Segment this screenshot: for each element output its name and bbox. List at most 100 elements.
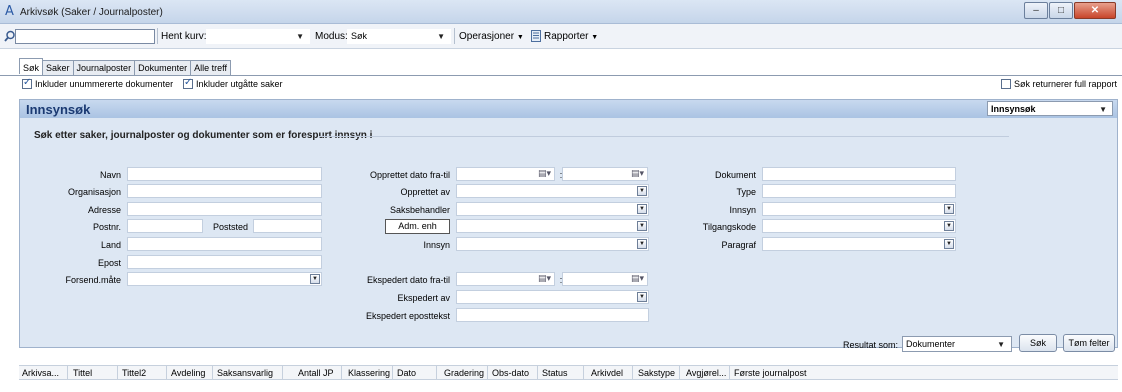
column-separator[interactable] [583, 366, 584, 379]
tab-sok[interactable]: Søk [19, 58, 44, 74]
ekspedert-av-label: Ekspedert av [397, 293, 450, 303]
calendar-icon[interactable]: ▤▾ [538, 169, 551, 179]
resultat-som-value: Dokumenter [906, 339, 956, 349]
chevron-down-icon[interactable]: ▼ [944, 239, 954, 249]
minimize-button[interactable]: – [1024, 2, 1048, 19]
rapporter-menu[interactable]: Rapporter ▼ [544, 31, 598, 42]
chevron-down-icon[interactable]: ▼ [637, 292, 647, 302]
column-header[interactable]: Status [542, 368, 568, 378]
full-report-checkbox[interactable] [1001, 79, 1011, 89]
column-header[interactable]: Dato [397, 368, 416, 378]
column-separator[interactable] [679, 366, 680, 379]
column-separator[interactable] [392, 366, 393, 379]
column-separator[interactable] [282, 366, 283, 379]
ekspedert-dato-til-field[interactable]: ▤▾ [562, 272, 648, 286]
forsend-mate-select[interactable]: ▼ [127, 272, 322, 286]
column-header[interactable]: Arkivsa... [22, 368, 59, 378]
ekspedert-eposttekst-label: Ekspedert eposttekst [365, 311, 450, 321]
close-button[interactable]: ✕ [1074, 2, 1116, 19]
include-expired-label: Inkluder utgåtte saker [196, 79, 283, 89]
poststed-field[interactable] [253, 219, 322, 233]
navn-field[interactable] [127, 167, 322, 181]
column-header[interactable]: Antall JP [298, 368, 334, 378]
opprettet-av-select[interactable]: ▼ [456, 184, 649, 198]
calendar-icon[interactable]: ▤▾ [631, 169, 644, 179]
chevron-down-icon[interactable]: ▼ [637, 221, 647, 231]
column-header[interactable]: Saksansvarlig [217, 368, 273, 378]
chevron-down-icon[interactable]: ▼ [944, 204, 954, 214]
include-expired-option[interactable]: Inkluder utgåtte saker [183, 77, 283, 89]
column-separator[interactable] [67, 366, 68, 379]
chevron-down-icon[interactable]: ▼ [637, 186, 647, 196]
tab-saker[interactable]: Saker [42, 60, 74, 75]
column-header[interactable]: Avgjørel... [686, 368, 726, 378]
innsyn-mid-select[interactable]: ▼ [456, 237, 649, 251]
panel-title: Innsynsøk [26, 102, 91, 117]
maximize-button[interactable]: □ [1049, 2, 1073, 19]
column-separator[interactable] [166, 366, 167, 379]
tab-journalposter[interactable]: Journalposter [72, 60, 136, 75]
include-unnumbered-checkbox[interactable] [22, 77, 32, 89]
adm-enh-button[interactable]: Adm. enh [385, 219, 450, 234]
hent-kurv-select[interactable]: ▼ [206, 29, 310, 44]
calendar-icon[interactable]: ▤▾ [631, 274, 644, 284]
modus-select[interactable]: Søk ▼ [347, 29, 451, 44]
epost-field[interactable] [127, 255, 322, 269]
postnr-field[interactable] [127, 219, 203, 233]
column-separator[interactable] [341, 366, 342, 379]
adresse-field[interactable] [127, 202, 322, 216]
chevron-down-icon[interactable]: ▼ [637, 239, 647, 249]
opprettet-dato-label: Opprettet dato fra-til [369, 170, 450, 180]
clear-fields-button[interactable]: Tøm felter [1063, 334, 1115, 352]
column-header[interactable]: Klassering [348, 368, 390, 378]
operasjoner-menu[interactable]: Operasjoner ▼ [459, 31, 524, 42]
operasjoner-label: Operasjoner [459, 31, 515, 42]
column-separator[interactable] [729, 366, 730, 379]
app-icon: A [5, 4, 14, 19]
column-header[interactable]: Gradering [444, 368, 484, 378]
opprettet-dato-fra-field[interactable]: ▤▾ [456, 167, 555, 181]
include-unnumbered-option[interactable]: Inkluder unummererte dokumenter [22, 77, 173, 89]
include-expired-checkbox[interactable] [183, 77, 193, 89]
tab-dokumenter[interactable]: Dokumenter [134, 60, 192, 75]
column-header[interactable]: Obs-dato [492, 368, 529, 378]
column-header[interactable]: Sakstype [638, 368, 675, 378]
land-field[interactable] [127, 237, 322, 251]
column-separator[interactable] [212, 366, 213, 379]
ekspedert-dato-fra-field[interactable]: ▤▾ [456, 272, 555, 286]
search-button[interactable]: Søk [1019, 334, 1057, 352]
column-header[interactable]: Avdeling [171, 368, 205, 378]
saksbehandler-select[interactable]: ▼ [456, 202, 649, 216]
paragraf-select[interactable]: ▼ [762, 237, 956, 251]
search-type-select[interactable]: Innsynsøk ▼ [987, 101, 1113, 116]
ekspedert-av-select[interactable]: ▼ [456, 290, 649, 304]
resultat-som-select[interactable]: Dokumenter ▼ [902, 336, 1012, 352]
ekspedert-eposttekst-field[interactable] [456, 308, 649, 322]
dokument-field[interactable] [762, 167, 956, 181]
rapporter-label: Rapporter [544, 31, 589, 42]
column-header[interactable]: Første journalpost [734, 368, 807, 378]
chevron-down-icon[interactable]: ▼ [637, 204, 647, 214]
full-report-option[interactable]: Søk returnerer full rapport [1001, 79, 1117, 89]
chevron-down-icon[interactable]: ▼ [944, 221, 954, 231]
column-header[interactable]: Arkivdel [591, 368, 623, 378]
column-separator[interactable] [487, 366, 488, 379]
column-separator[interactable] [632, 366, 633, 379]
column-header[interactable]: Tittel [73, 368, 92, 378]
type-field[interactable] [762, 184, 956, 198]
column-separator[interactable] [436, 366, 437, 379]
opprettet-dato-til-field[interactable]: ▤▾ [562, 167, 648, 181]
column-separator[interactable] [537, 366, 538, 379]
column-header[interactable]: Tittel2 [122, 368, 146, 378]
search-input[interactable] [15, 29, 155, 44]
innsyn-right-select[interactable]: ▼ [762, 202, 956, 216]
chevron-down-icon[interactable]: ▼ [310, 274, 320, 284]
organisasjon-field[interactable] [127, 184, 322, 198]
tilgangskode-select[interactable]: ▼ [762, 219, 956, 233]
modus-value: Søk [351, 31, 368, 41]
tab-alle-treff[interactable]: Alle treff [190, 60, 231, 75]
adm-enh-select[interactable]: ▼ [456, 219, 649, 233]
chevron-down-icon: ▼ [997, 340, 1005, 349]
calendar-icon[interactable]: ▤▾ [538, 274, 551, 284]
column-separator[interactable] [117, 366, 118, 379]
